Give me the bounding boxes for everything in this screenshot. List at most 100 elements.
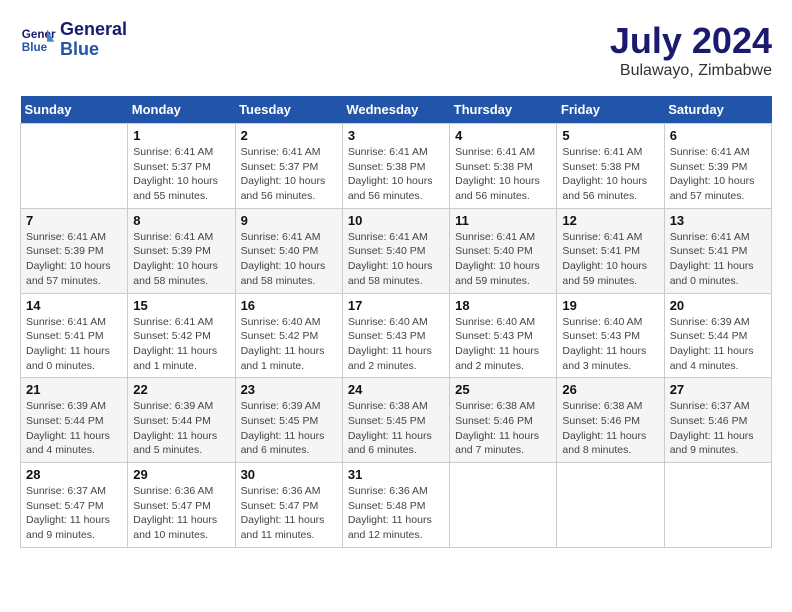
calendar-cell: 3Sunrise: 6:41 AM Sunset: 5:38 PM Daylig… <box>342 124 449 209</box>
logo-text-blue: Blue <box>60 40 127 60</box>
weekday-header: Sunday <box>21 96 128 124</box>
day-detail: Sunrise: 6:37 AM Sunset: 5:46 PM Dayligh… <box>670 399 766 458</box>
weekday-header: Monday <box>128 96 235 124</box>
day-number: 8 <box>133 213 229 228</box>
calendar-cell: 25Sunrise: 6:38 AM Sunset: 5:46 PM Dayli… <box>450 378 557 463</box>
day-detail: Sunrise: 6:41 AM Sunset: 5:40 PM Dayligh… <box>348 230 444 289</box>
calendar-cell: 6 Sunrise: 6:41 AM Sunset: 5:39 PM Daylig… <box>664 124 771 209</box>
day-detail: Sunrise: 6:41 AM Sunset: 5:42 PM Dayligh… <box>133 315 229 374</box>
day-detail: Sunrise: 6:39 AM Sunset: 5:45 PM Dayligh… <box>241 399 337 458</box>
day-number: 3 <box>348 128 444 143</box>
calendar-week-row: 21 Sunrise: 6:39 AM Sunset: 5:44 PM Dayli… <box>21 378 772 463</box>
day-number: 28 <box>26 467 122 482</box>
day-number: 19 <box>562 298 658 313</box>
day-detail: Sunrise: 6:41 AM Sunset: 5:38 PM Dayligh… <box>455 145 551 204</box>
day-detail: Sunrise: 6:38 AM Sunset: 5:45 PM Dayligh… <box>348 399 444 458</box>
calendar-cell: 13 Sunrise: 6:41 AM Sunset: 5:41 PM Dayli… <box>664 208 771 293</box>
calendar-cell <box>450 463 557 548</box>
day-number: 12 <box>562 213 658 228</box>
calendar-week-row: 1 Sunrise: 6:41 AM Sunset: 5:37 PM Daylig… <box>21 124 772 209</box>
page-subtitle: Bulawayo, Zimbabwe <box>610 62 772 80</box>
day-detail: Sunrise: 6:41 AM Sunset: 5:41 PM Dayligh… <box>26 315 122 374</box>
calendar-week-row: 14 Sunrise: 6:41 AM Sunset: 5:41 PM Dayli… <box>21 293 772 378</box>
logo-icon: General Blue <box>20 22 56 58</box>
weekday-header: Thursday <box>450 96 557 124</box>
calendar-cell: 15 Sunrise: 6:41 AM Sunset: 5:42 PM Dayli… <box>128 293 235 378</box>
day-number: 1 <box>133 128 229 143</box>
day-number: 26 <box>562 382 658 397</box>
day-detail: Sunrise: 6:40 AM Sunset: 5:43 PM Dayligh… <box>455 315 551 374</box>
calendar-cell: 19 Sunrise: 6:40 AM Sunset: 5:43 PM Dayli… <box>557 293 664 378</box>
day-number: 16 <box>241 298 337 313</box>
weekday-header: Wednesday <box>342 96 449 124</box>
day-number: 31 <box>348 467 444 482</box>
day-detail: Sunrise: 6:41 AM Sunset: 5:39 PM Dayligh… <box>133 230 229 289</box>
day-number: 30 <box>241 467 337 482</box>
calendar-cell: 30 Sunrise: 6:36 AM Sunset: 5:47 PM Dayli… <box>235 463 342 548</box>
calendar-cell: 5Sunrise: 6:41 AM Sunset: 5:38 PM Daylig… <box>557 124 664 209</box>
day-detail: Sunrise: 6:41 AM Sunset: 5:40 PM Dayligh… <box>455 230 551 289</box>
day-detail: Sunrise: 6:36 AM Sunset: 5:47 PM Dayligh… <box>241 484 337 543</box>
day-number: 21 <box>26 382 122 397</box>
day-number: 22 <box>133 382 229 397</box>
calendar-table: SundayMondayTuesdayWednesdayThursdayFrid… <box>20 96 772 548</box>
day-detail: Sunrise: 6:36 AM Sunset: 5:48 PM Dayligh… <box>348 484 444 543</box>
day-number: 2 <box>241 128 337 143</box>
day-detail: Sunrise: 6:40 AM Sunset: 5:43 PM Dayligh… <box>562 315 658 374</box>
day-detail: Sunrise: 6:41 AM Sunset: 5:39 PM Dayligh… <box>26 230 122 289</box>
day-detail: Sunrise: 6:38 AM Sunset: 5:46 PM Dayligh… <box>455 399 551 458</box>
calendar-cell: 11 Sunrise: 6:41 AM Sunset: 5:40 PM Dayli… <box>450 208 557 293</box>
day-number: 15 <box>133 298 229 313</box>
day-detail: Sunrise: 6:41 AM Sunset: 5:41 PM Dayligh… <box>670 230 766 289</box>
day-detail: Sunrise: 6:36 AM Sunset: 5:47 PM Dayligh… <box>133 484 229 543</box>
day-number: 14 <box>26 298 122 313</box>
calendar-cell: 1 Sunrise: 6:41 AM Sunset: 5:37 PM Daylig… <box>128 124 235 209</box>
calendar-cell: 18 Sunrise: 6:40 AM Sunset: 5:43 PM Dayli… <box>450 293 557 378</box>
calendar-cell: 29 Sunrise: 6:36 AM Sunset: 5:47 PM Dayli… <box>128 463 235 548</box>
day-number: 20 <box>670 298 766 313</box>
calendar-week-row: 7Sunrise: 6:41 AM Sunset: 5:39 PM Daylig… <box>21 208 772 293</box>
weekday-header-row: SundayMondayTuesdayWednesdayThursdayFrid… <box>21 96 772 124</box>
day-detail: Sunrise: 6:41 AM Sunset: 5:37 PM Dayligh… <box>133 145 229 204</box>
weekday-header: Friday <box>557 96 664 124</box>
calendar-cell: 23 Sunrise: 6:39 AM Sunset: 5:45 PM Dayli… <box>235 378 342 463</box>
day-number: 11 <box>455 213 551 228</box>
day-detail: Sunrise: 6:39 AM Sunset: 5:44 PM Dayligh… <box>133 399 229 458</box>
day-detail: Sunrise: 6:41 AM Sunset: 5:40 PM Dayligh… <box>241 230 337 289</box>
day-detail: Sunrise: 6:39 AM Sunset: 5:44 PM Dayligh… <box>670 315 766 374</box>
calendar-cell: 20 Sunrise: 6:39 AM Sunset: 5:44 PM Dayli… <box>664 293 771 378</box>
calendar-cell: 21 Sunrise: 6:39 AM Sunset: 5:44 PM Dayli… <box>21 378 128 463</box>
weekday-header: Tuesday <box>235 96 342 124</box>
calendar-cell: 17Sunrise: 6:40 AM Sunset: 5:43 PM Dayli… <box>342 293 449 378</box>
svg-text:Blue: Blue <box>22 41 48 54</box>
day-detail: Sunrise: 6:38 AM Sunset: 5:46 PM Dayligh… <box>562 399 658 458</box>
calendar-cell: 14 Sunrise: 6:41 AM Sunset: 5:41 PM Dayli… <box>21 293 128 378</box>
calendar-cell: 7Sunrise: 6:41 AM Sunset: 5:39 PM Daylig… <box>21 208 128 293</box>
page-title: July 2024 <box>610 20 772 62</box>
day-number: 9 <box>241 213 337 228</box>
weekday-header: Saturday <box>664 96 771 124</box>
day-number: 10 <box>348 213 444 228</box>
day-detail: Sunrise: 6:39 AM Sunset: 5:44 PM Dayligh… <box>26 399 122 458</box>
day-number: 29 <box>133 467 229 482</box>
day-number: 6 <box>670 128 766 143</box>
day-number: 23 <box>241 382 337 397</box>
calendar-cell: 31 Sunrise: 6:36 AM Sunset: 5:48 PM Dayli… <box>342 463 449 548</box>
day-number: 27 <box>670 382 766 397</box>
calendar-cell: 4Sunrise: 6:41 AM Sunset: 5:38 PM Daylig… <box>450 124 557 209</box>
calendar-cell: 10 Sunrise: 6:41 AM Sunset: 5:40 PM Dayli… <box>342 208 449 293</box>
calendar-cell: 12Sunrise: 6:41 AM Sunset: 5:41 PM Dayli… <box>557 208 664 293</box>
logo: General Blue General Blue <box>20 20 127 60</box>
day-detail: Sunrise: 6:37 AM Sunset: 5:47 PM Dayligh… <box>26 484 122 543</box>
calendar-cell: 8 Sunrise: 6:41 AM Sunset: 5:39 PM Daylig… <box>128 208 235 293</box>
day-detail: Sunrise: 6:41 AM Sunset: 5:39 PM Dayligh… <box>670 145 766 204</box>
calendar-cell: 9 Sunrise: 6:41 AM Sunset: 5:40 PM Daylig… <box>235 208 342 293</box>
calendar-cell: 27 Sunrise: 6:37 AM Sunset: 5:46 PM Dayli… <box>664 378 771 463</box>
day-number: 13 <box>670 213 766 228</box>
day-number: 18 <box>455 298 551 313</box>
calendar-cell: 28 Sunrise: 6:37 AM Sunset: 5:47 PM Dayli… <box>21 463 128 548</box>
calendar-cell <box>21 124 128 209</box>
calendar-cell <box>664 463 771 548</box>
day-detail: Sunrise: 6:41 AM Sunset: 5:38 PM Dayligh… <box>562 145 658 204</box>
calendar-cell: 22 Sunrise: 6:39 AM Sunset: 5:44 PM Dayli… <box>128 378 235 463</box>
